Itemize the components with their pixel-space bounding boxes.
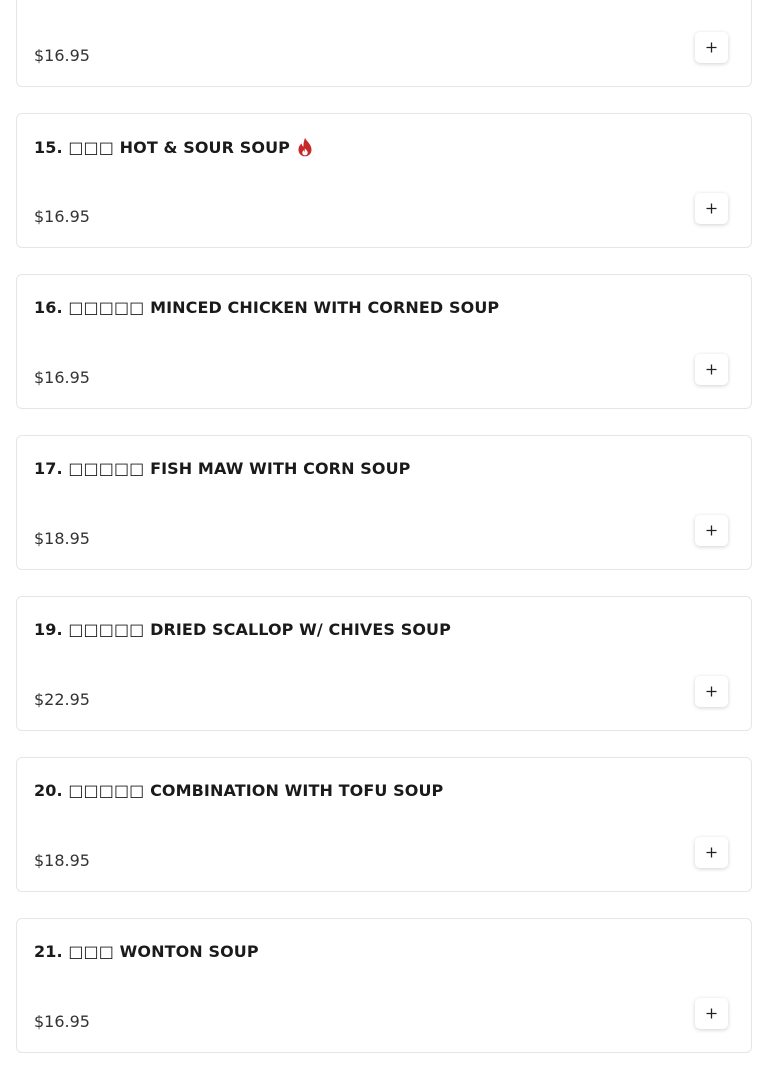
item-title-row: 15. □□□ HOT & SOUR SOUP xyxy=(34,137,313,157)
menu-item-card[interactable]: 21. □□□ WONTON SOUP $16.95 xyxy=(16,918,752,1053)
item-title: 15. □□□ HOT & SOUR SOUP xyxy=(34,137,290,157)
add-to-cart-button[interactable] xyxy=(695,676,728,707)
plus-icon xyxy=(706,1008,717,1019)
add-to-cart-button[interactable] xyxy=(695,837,728,868)
item-price: $16.95 xyxy=(34,207,90,226)
item-price: $22.95 xyxy=(34,690,90,709)
menu-item-card[interactable]: 16. □□□□□ MINCED CHICKEN WITH CORNED SOU… xyxy=(16,274,752,409)
item-price: $18.95 xyxy=(34,851,90,870)
add-to-cart-button[interactable] xyxy=(695,998,728,1029)
flame-icon xyxy=(297,137,313,157)
menu-item-card[interactable]: 20. □□□□□ COMBINATION WITH TOFU SOUP $18… xyxy=(16,757,752,892)
item-title: 19. □□□□□ DRIED SCALLOP W/ CHIVES SOUP xyxy=(34,620,451,639)
menu-item-card[interactable]: 15. □□□ HOT & SOUR SOUP $16.95 xyxy=(16,113,752,248)
menu-item-card[interactable]: $16.95 xyxy=(16,0,752,87)
add-to-cart-button[interactable] xyxy=(695,515,728,546)
item-price: $16.95 xyxy=(34,46,90,65)
menu-item-card[interactable]: 17. □□□□□ FISH MAW WITH CORN SOUP $18.95 xyxy=(16,435,752,570)
add-to-cart-button[interactable] xyxy=(695,32,728,63)
plus-icon xyxy=(706,686,717,697)
plus-icon xyxy=(706,847,717,858)
item-price: $16.95 xyxy=(34,368,90,387)
menu-list: $16.95 15. □□□ HOT & SOUR SOUP $16.95 16… xyxy=(0,0,770,1084)
plus-icon xyxy=(706,364,717,375)
plus-icon xyxy=(706,42,717,53)
item-price: $18.95 xyxy=(34,529,90,548)
menu-item-card[interactable]: 19. □□□□□ DRIED SCALLOP W/ CHIVES SOUP $… xyxy=(16,596,752,731)
item-title: 21. □□□ WONTON SOUP xyxy=(34,942,259,961)
item-title: 16. □□□□□ MINCED CHICKEN WITH CORNED SOU… xyxy=(34,298,500,317)
item-title: 20. □□□□□ COMBINATION WITH TOFU SOUP xyxy=(34,781,444,800)
item-price: $16.95 xyxy=(34,1012,90,1031)
plus-icon xyxy=(706,203,717,214)
item-title: 17. □□□□□ FISH MAW WITH CORN SOUP xyxy=(34,459,411,478)
add-to-cart-button[interactable] xyxy=(695,193,728,224)
add-to-cart-button[interactable] xyxy=(695,354,728,385)
plus-icon xyxy=(706,525,717,536)
